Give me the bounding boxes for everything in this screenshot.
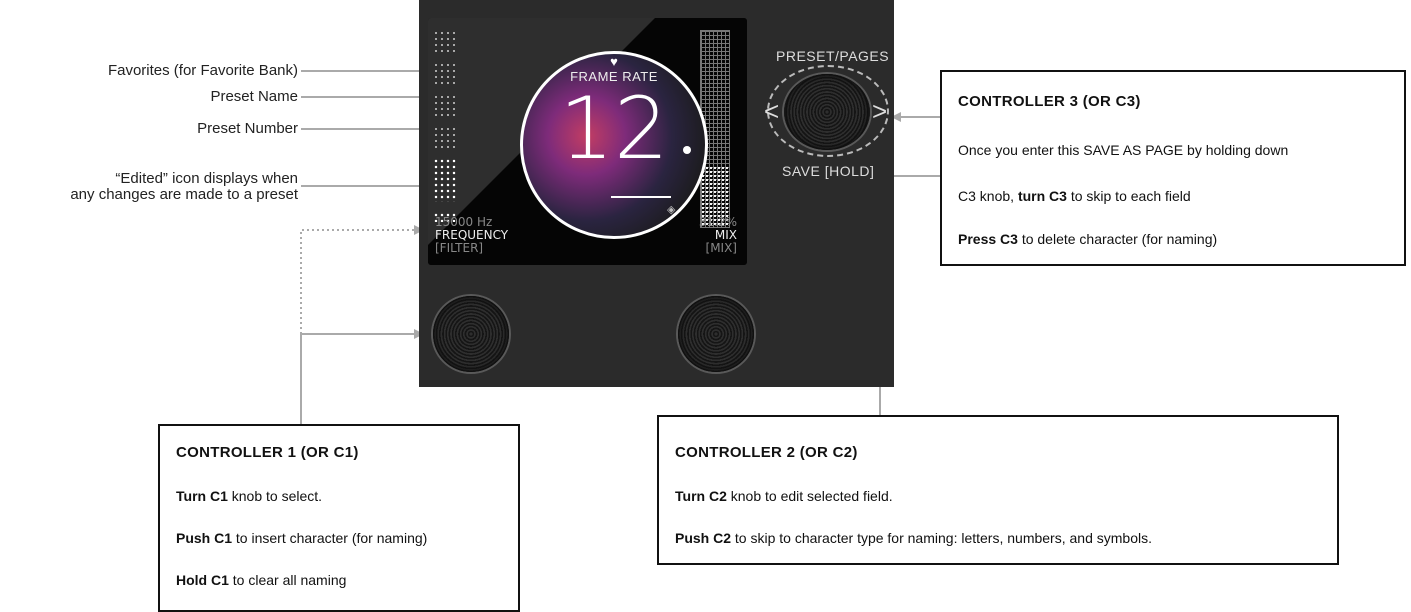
arrow-right-icon: > bbox=[872, 96, 888, 126]
c3-line-2: C3 knob, turn C3 to skip to each field bbox=[958, 188, 1191, 204]
bank-dots-2 bbox=[433, 62, 457, 86]
controller-2-box: CONTROLLER 2 (OR C2) Turn C2 knob to edi… bbox=[657, 415, 1339, 565]
c2-line-1: Turn C2 knob to edit selected field. bbox=[675, 488, 893, 504]
c3-line-3: Press C3 to delete character (for naming… bbox=[958, 231, 1218, 247]
edited-label-line1: “Edited” icon displays when bbox=[115, 170, 298, 187]
c1-knob-connector bbox=[300, 329, 424, 424]
c3-line-1: Once you enter this SAVE AS PAGE by hold… bbox=[958, 142, 1289, 158]
arrow-left-icon: < bbox=[764, 96, 780, 126]
left-param-name: FREQUENCY bbox=[435, 228, 509, 242]
bank-dots-5 bbox=[433, 158, 457, 202]
controller-3-box: CONTROLLER 3 (OR C3) Once you enter this… bbox=[940, 70, 1406, 266]
left-param-group: [FILTER] bbox=[435, 241, 484, 255]
right-param-group: [MIX] bbox=[705, 241, 737, 255]
preset-pages-label: PRESET/PAGES bbox=[776, 48, 890, 64]
c1-line-3: Hold C1 to clear all naming bbox=[176, 572, 347, 588]
right-param-name: MIX bbox=[714, 228, 737, 242]
edited-label-line2: any changes are made to a preset bbox=[70, 186, 298, 203]
c3-knob[interactable] bbox=[784, 74, 870, 150]
favorites-label: Favorites (for Favorite Bank) bbox=[107, 62, 298, 79]
c2-line-2: Push C2 to skip to character type for na… bbox=[675, 530, 1152, 546]
save-hold-label: SAVE [HOLD] bbox=[782, 163, 875, 179]
controller-1-box: CONTROLLER 1 (OR C1) Turn C1 knob to sel… bbox=[158, 424, 520, 612]
c1-knob[interactable] bbox=[433, 296, 509, 372]
device-screen: ♥ FRAME RATE 12 ◈ 15000 Hz FREQUENCY [FI… bbox=[428, 18, 747, 265]
c2-title: CONTROLLER 2 (OR C2) bbox=[675, 444, 858, 461]
c1-param-connector bbox=[300, 225, 424, 424]
bank-dots-4 bbox=[433, 126, 457, 150]
edited-icon: ◈ bbox=[667, 204, 676, 216]
right-param-value: 31.2% bbox=[698, 215, 737, 229]
c1-line-1: Turn C1 knob to select. bbox=[176, 488, 323, 504]
indicator-dot bbox=[683, 146, 691, 154]
bank-dots-3 bbox=[433, 94, 457, 118]
c1-line-2: Push C1 to insert character (for naming) bbox=[176, 530, 428, 546]
left-param-value: 15000 Hz bbox=[435, 215, 493, 229]
preset-number-label: Preset Number bbox=[197, 120, 298, 137]
preset-name-label: Preset Name bbox=[210, 88, 298, 105]
preset-underline bbox=[611, 196, 671, 198]
c1-title: CONTROLLER 1 (OR C1) bbox=[176, 444, 359, 461]
heart-icon: ♥ bbox=[610, 54, 618, 69]
c2-knob[interactable] bbox=[678, 296, 754, 372]
c3-title: CONTROLLER 3 (OR C3) bbox=[958, 93, 1141, 110]
bank-dots-1 bbox=[433, 30, 457, 54]
preset-number: 12 bbox=[559, 79, 669, 179]
preset-orb: ♥ FRAME RATE 12 ◈ bbox=[520, 51, 708, 239]
